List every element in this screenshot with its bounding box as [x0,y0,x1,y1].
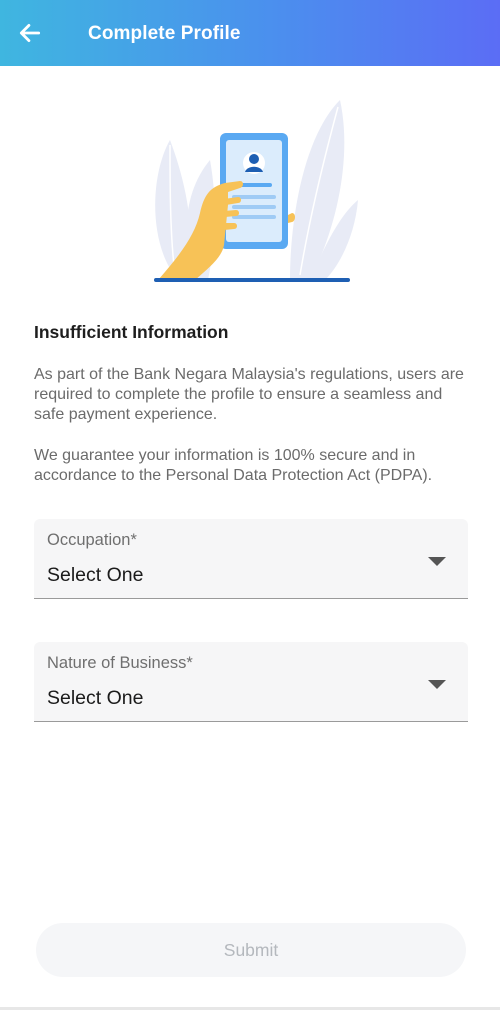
occupation-dropdown[interactable]: Occupation* Select One [34,519,468,599]
nature-of-business-dropdown[interactable]: Nature of Business* Select One [34,642,468,722]
info-title: Insufficient Information [34,322,229,342]
nature-of-business-label: Nature of Business* [47,654,193,672]
ground-line [154,278,350,282]
info-paragraph-regulation: As part of the Bank Negara Malaysia's re… [34,366,464,423]
dropdown-arrow-icon [428,680,446,689]
app-header: Complete Profile [0,0,500,66]
nature-of-business-value: Select One [47,687,144,709]
occupation-label: Occupation* [47,531,137,549]
info-paragraph-pdpa: We guarantee your information is 100% se… [34,447,433,484]
dropdown-arrow-icon [428,557,446,566]
phone-profile-illustration [154,100,358,282]
complete-profile-screen: Complete Profile Insufficient Informatio… [0,0,500,1010]
page-title: Complete Profile [88,23,241,44]
submit-button[interactable]: Submit [36,923,466,977]
occupation-value: Select One [47,564,144,586]
back-button[interactable] [14,17,46,49]
arrow-left-icon [19,24,41,42]
